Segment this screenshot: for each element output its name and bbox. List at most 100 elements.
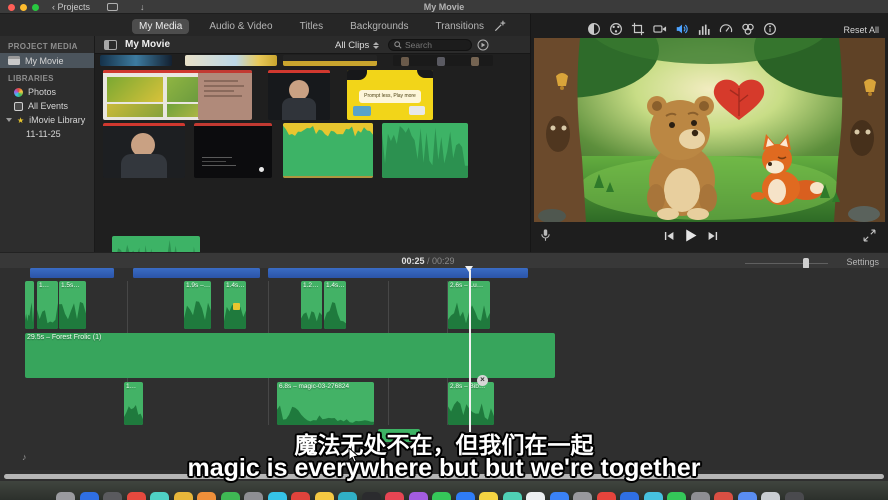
dock-app-icon[interactable]: [409, 492, 428, 500]
playhead[interactable]: [469, 270, 471, 432]
speed-gauge-icon[interactable]: [719, 22, 733, 36]
dock-app-icon[interactable]: [268, 492, 287, 500]
clip-thumbnail[interactable]: [185, 55, 277, 66]
clip-thumbnail[interactable]: [198, 70, 252, 120]
imovie-window: ‹ Projects ↓ My Movie My Media Audio & V…: [0, 0, 888, 500]
dock-app-icon[interactable]: [174, 492, 193, 500]
dock-app-icon[interactable]: [103, 492, 122, 500]
next-frame-icon[interactable]: [707, 230, 719, 242]
clip-thumbnail[interactable]: [393, 55, 493, 66]
search-input[interactable]: Search: [388, 39, 472, 51]
tab-backgrounds[interactable]: Backgrounds: [343, 19, 415, 34]
volume-icon[interactable]: [675, 22, 689, 36]
dock-app-icon[interactable]: [667, 492, 686, 500]
clip-thumbnail[interactable]: [283, 55, 377, 66]
timecode-display: 00:25 / 00:29: [0, 256, 872, 266]
stabilization-camera-icon[interactable]: [653, 22, 667, 36]
dock[interactable]: [56, 492, 804, 500]
clip-thumbnail[interactable]: [268, 70, 330, 120]
clip-thumbnail[interactable]: [283, 123, 373, 178]
dock-app-icon[interactable]: [432, 492, 451, 500]
color-correction-icon[interactable]: [609, 22, 623, 36]
tab-transitions[interactable]: Transitions: [428, 19, 491, 34]
dock-app-icon[interactable]: [221, 492, 240, 500]
color-balance-icon[interactable]: [587, 22, 601, 36]
title-bar-clip[interactable]: [30, 268, 114, 278]
tab-my-media[interactable]: My Media: [132, 19, 189, 34]
title-bar-clip[interactable]: [268, 268, 528, 278]
dock-app-icon[interactable]: [80, 492, 99, 500]
dock-app-icon[interactable]: [127, 492, 146, 500]
sidebar-item-photos[interactable]: Photos: [0, 85, 94, 99]
clip-thumbnail[interactable]: [100, 55, 172, 66]
filmstrip-play-icon[interactable]: [477, 39, 489, 51]
title-bar-clip[interactable]: [133, 268, 260, 278]
video-clip[interactable]: 1.9s –…: [184, 281, 211, 329]
fullscreen-expand-icon[interactable]: [863, 229, 876, 242]
dock-app-icon[interactable]: [738, 492, 757, 500]
dock-app-icon[interactable]: [550, 492, 569, 500]
music-clip[interactable]: 29.5s – Forest Frolic (1): [25, 333, 555, 378]
play-button-icon[interactable]: [683, 228, 698, 243]
dock-app-icon[interactable]: [644, 492, 663, 500]
video-clip[interactable]: 1.5s…: [59, 281, 86, 329]
settings-button[interactable]: Settings: [846, 257, 879, 267]
tab-audio-video[interactable]: Audio & Video: [202, 19, 279, 34]
dock-app-icon[interactable]: [315, 492, 334, 500]
video-clip[interactable]: 1…: [37, 281, 58, 329]
dock-app-icon[interactable]: [197, 492, 216, 500]
dock-app-icon[interactable]: [761, 492, 780, 500]
dock-app-icon[interactable]: [620, 492, 639, 500]
clips-filter-dropdown[interactable]: All Clips: [335, 40, 379, 51]
sound-clip[interactable]: 2.8s – Bib…: [448, 382, 494, 425]
info-icon[interactable]: [763, 22, 777, 36]
clip-thumbnail[interactable]: [194, 123, 272, 178]
dock-app-icon[interactable]: [338, 492, 357, 500]
libraries-header: LIBRARIES: [0, 68, 94, 85]
dock-app-icon[interactable]: [456, 492, 475, 500]
dock-app-icon[interactable]: [385, 492, 404, 500]
sidebar-toggle-icon[interactable]: [104, 40, 117, 50]
clip-filter-icon[interactable]: [741, 22, 755, 36]
video-clip[interactable]: 1.4s…: [224, 281, 246, 329]
dock-app-icon[interactable]: [503, 492, 522, 500]
subtitle-english: magic is everywhere but but we're togeth…: [0, 454, 888, 483]
dock-app-icon[interactable]: [691, 492, 710, 500]
video-clip[interactable]: 1.4s…: [324, 281, 346, 329]
dock-app-icon[interactable]: [244, 492, 263, 500]
dock-app-icon[interactable]: [479, 492, 498, 500]
sound-clip[interactable]: 6.8s – magic-03-276824: [277, 382, 374, 425]
reset-all-button[interactable]: Reset All: [843, 25, 879, 35]
sidebar-item-event-date[interactable]: 11-11-25: [0, 127, 94, 141]
sidebar-item-imovie-library[interactable]: ★ iMovie Library: [0, 113, 94, 127]
timeline-zoom-slider[interactable]: [745, 263, 828, 264]
dock-app-icon[interactable]: [291, 492, 310, 500]
dock-app-icon[interactable]: [150, 492, 169, 500]
sidebar-item-all-events[interactable]: All Events: [0, 99, 94, 113]
video-clip[interactable]: 1.2…: [301, 281, 322, 329]
clip-thumbnail[interactable]: [103, 123, 185, 178]
dock-app-icon[interactable]: [573, 492, 592, 500]
equalizer-icon[interactable]: [697, 22, 711, 36]
video-clip-partial[interactable]: [25, 281, 34, 329]
chevron-down-icon[interactable]: [6, 118, 12, 122]
dock-app-icon[interactable]: [714, 492, 733, 500]
tab-titles[interactable]: Titles: [293, 19, 331, 34]
clip-thumbnail[interactable]: Prompt less, Play more: [347, 70, 433, 120]
record-voiceover-mic-icon[interactable]: [539, 228, 552, 243]
mute-badge-icon[interactable]: ×: [477, 375, 488, 386]
crop-icon[interactable]: [631, 22, 645, 36]
promo-text: Prompt less, Play more: [359, 90, 421, 103]
preview-viewer[interactable]: [534, 38, 885, 222]
dock-app-icon[interactable]: [362, 492, 381, 500]
enhance-wand-icon[interactable]: [493, 19, 507, 33]
clip-thumbnail[interactable]: [382, 123, 468, 178]
sound-clip[interactable]: 1…: [124, 382, 143, 425]
playhead-handle[interactable]: [465, 266, 473, 272]
dock-app-icon[interactable]: [597, 492, 616, 500]
dock-app-icon[interactable]: [526, 492, 545, 500]
dock-app-icon[interactable]: [785, 492, 804, 500]
sidebar-item-my-movie[interactable]: My Movie: [0, 53, 94, 68]
dock-app-icon[interactable]: [56, 492, 75, 500]
previous-frame-icon[interactable]: [663, 230, 675, 242]
